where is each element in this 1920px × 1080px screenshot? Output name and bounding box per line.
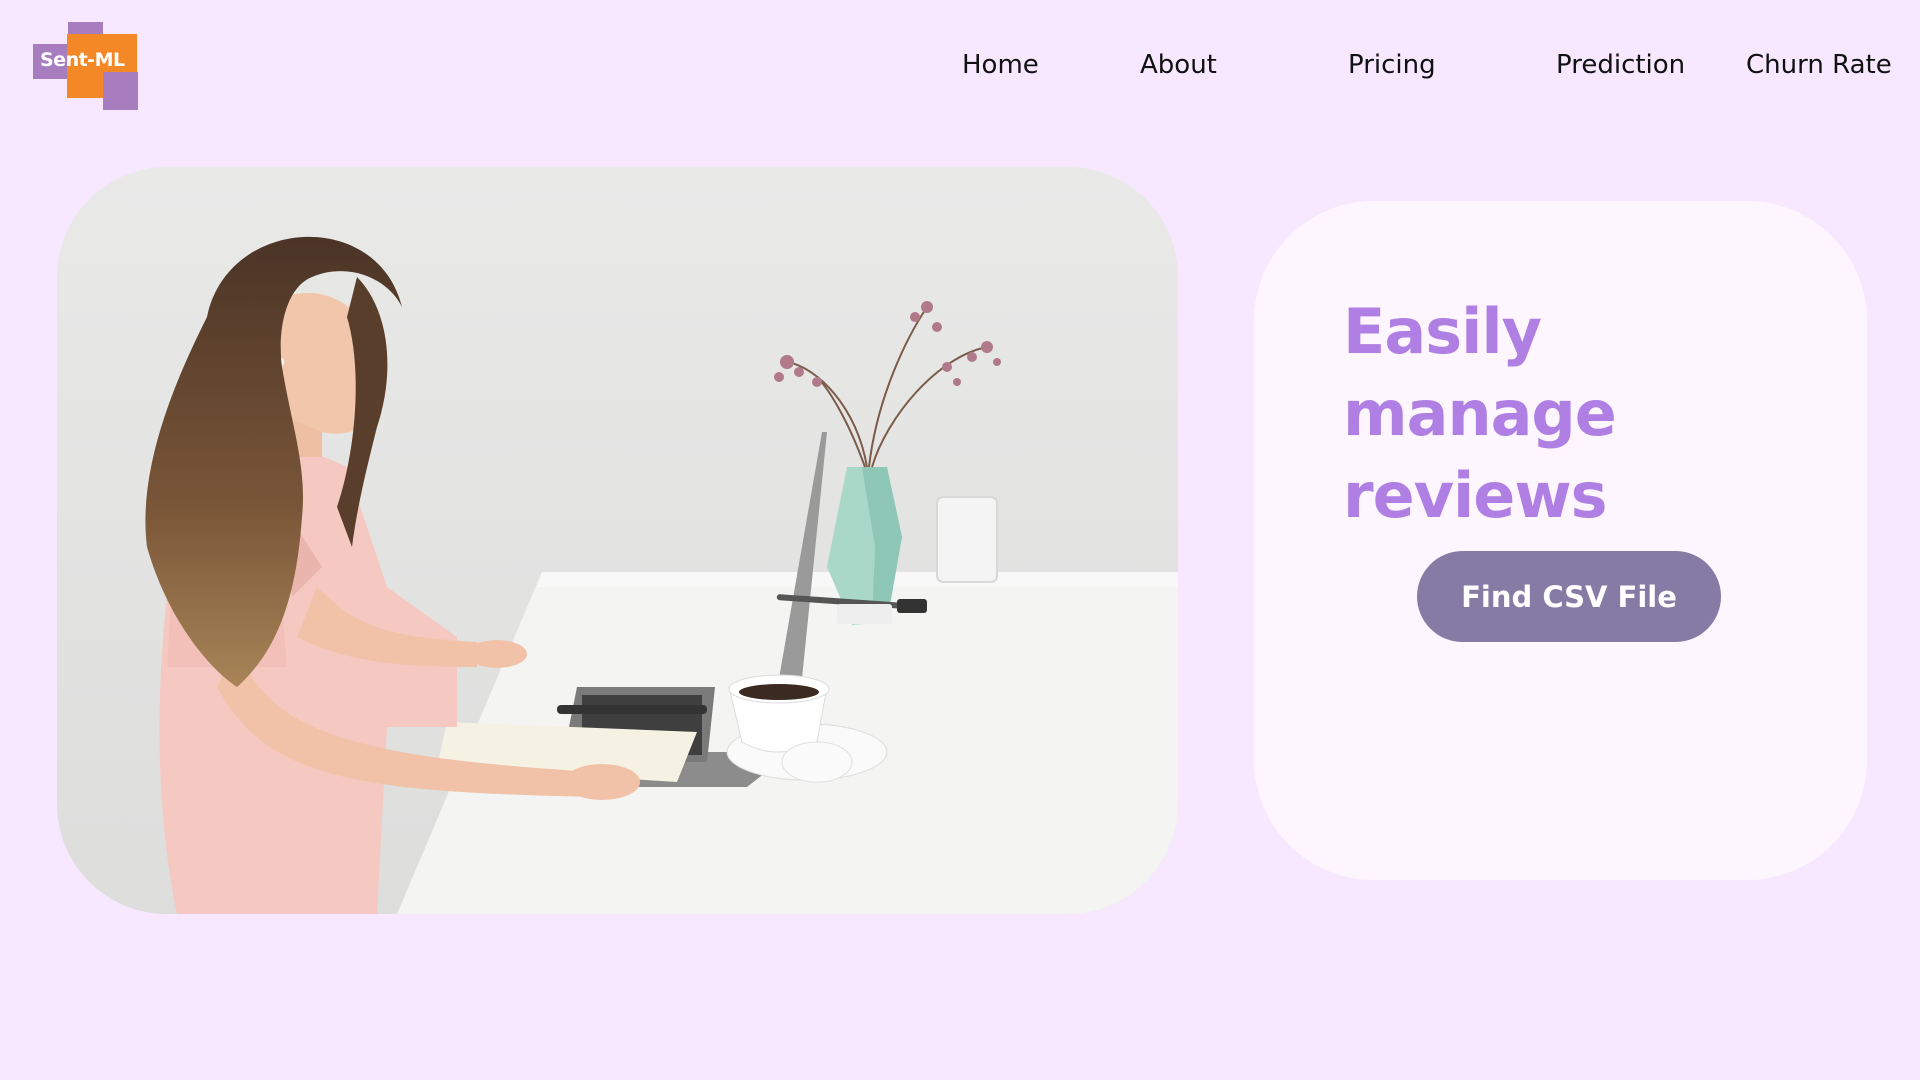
nav-prediction[interactable]: Prediction [1556, 50, 1685, 80]
nav-churn-rate[interactable]: Churn Rate [1746, 50, 1892, 80]
nav-pricing[interactable]: Pricing [1348, 50, 1436, 80]
find-csv-file-button[interactable]: Find CSV File [1417, 551, 1721, 642]
nav-home[interactable]: Home [962, 50, 1039, 80]
headline: Easily manage reviews [1343, 295, 1617, 532]
nav-about[interactable]: About [1140, 50, 1217, 80]
landing-page: Sent-ML Home About Pricing Prediction Ch… [0, 0, 1920, 1080]
cta-card: Easily manage reviews Find CSV File [1254, 201, 1867, 880]
main-nav: Home About Pricing Prediction Churn Rate [0, 50, 1920, 90]
hero-image [57, 167, 1178, 914]
